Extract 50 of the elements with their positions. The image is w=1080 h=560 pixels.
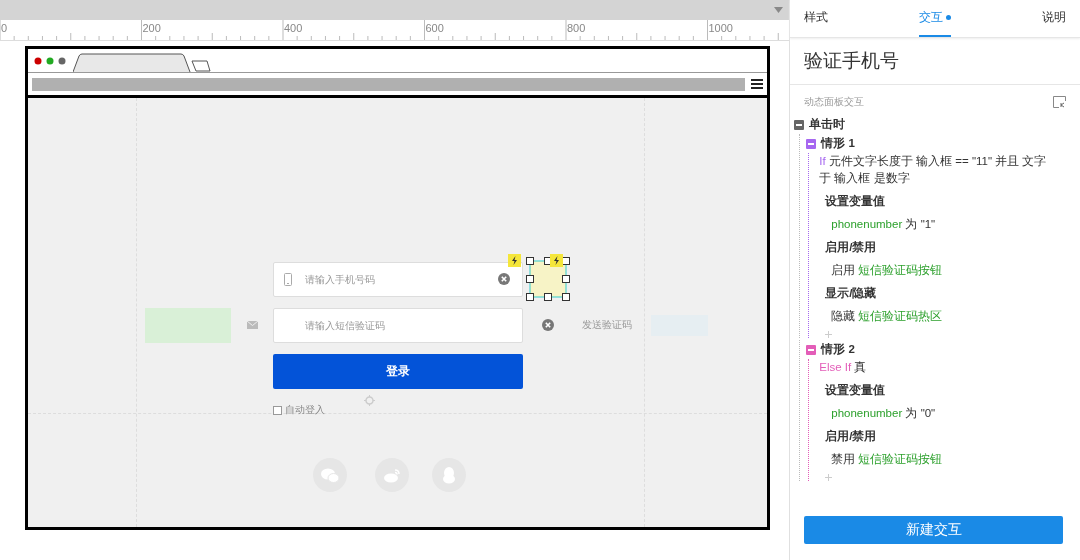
collapse-icon[interactable] — [794, 119, 805, 130]
ruler-label: 0 — [0, 22, 9, 34]
case-condition: If 元件文字长度于 输入框 == "11" 并且 文字于 输入框 是数字 — [819, 154, 1048, 186]
case-condition: Else If 真 — [819, 360, 868, 375]
phone-input-field[interactable]: 请输入手机号码 — [273, 262, 523, 297]
panel-tab[interactable]: 交互 — [919, 0, 952, 37]
panel-tab[interactable]: 样式 — [804, 0, 829, 37]
dropdown-arrow-icon[interactable] — [774, 7, 784, 13]
action-title[interactable]: 设置变量值 — [819, 376, 1080, 399]
action-title[interactable]: 设置变量值 — [819, 187, 1080, 210]
lightning-badge-icon — [508, 254, 521, 267]
window-controls-icon — [34, 56, 68, 65]
collapse-icon[interactable] — [806, 138, 817, 149]
ruler-label: 400 — [283, 22, 304, 34]
penguin-icon — [442, 466, 456, 484]
ruler-label: 1000 — [707, 22, 734, 34]
chat-bubbles-icon — [321, 467, 339, 483]
case-label[interactable]: 情形 1 — [821, 136, 855, 151]
event-label[interactable]: 单击时 — [809, 117, 846, 132]
panel-tab[interactable]: 说明 — [1042, 0, 1066, 37]
crosshair-icon — [364, 395, 375, 406]
action-item[interactable]: phonenumber 为 "1" — [819, 210, 1080, 233]
action-title[interactable]: 显示/隐藏 — [819, 279, 1080, 302]
address-bar[interactable] — [32, 77, 745, 91]
action-item[interactable]: 隐藏 短信验证码热区 — [819, 302, 1080, 325]
mail-icon — [247, 321, 258, 329]
section-label: 动态面板交互 — [804, 95, 865, 109]
menu-icon[interactable] — [751, 79, 763, 89]
clear-icon[interactable] — [542, 319, 554, 331]
action-item[interactable]: 禁用 短信验证码按钮 — [819, 445, 1080, 468]
action-title[interactable]: 启用/禁用 — [819, 233, 1080, 256]
dock-icon[interactable] — [1053, 96, 1066, 108]
case-label[interactable]: 情形 2 — [821, 342, 855, 357]
action-title[interactable]: 启用/禁用 — [819, 422, 1080, 445]
ruler-label: 800 — [566, 22, 587, 34]
collapse-icon[interactable] — [806, 344, 817, 355]
selected-hotspot[interactable] — [526, 257, 570, 301]
action-item[interactable]: 启用 短信验证码按钮 — [819, 256, 1080, 279]
checkbox[interactable] — [273, 405, 282, 415]
action-item[interactable]: phonenumber 为 "0" — [819, 399, 1080, 422]
ruler-label: 200 — [141, 22, 162, 34]
login-button[interactable]: 登录 — [273, 354, 523, 389]
sms-code-input-field[interactable]: 请输入短信验证码 — [273, 308, 523, 343]
new-interaction-button[interactable]: 新建交互 — [804, 516, 1063, 544]
checkbox-label: 自动登入 — [285, 403, 325, 417]
widget-title: 验证手机号 — [790, 38, 1080, 85]
ruler-label: 600 — [424, 22, 445, 34]
mobile-phone-icon — [284, 273, 292, 286]
clear-icon[interactable] — [498, 273, 510, 285]
lightning-badge-icon — [550, 254, 563, 267]
